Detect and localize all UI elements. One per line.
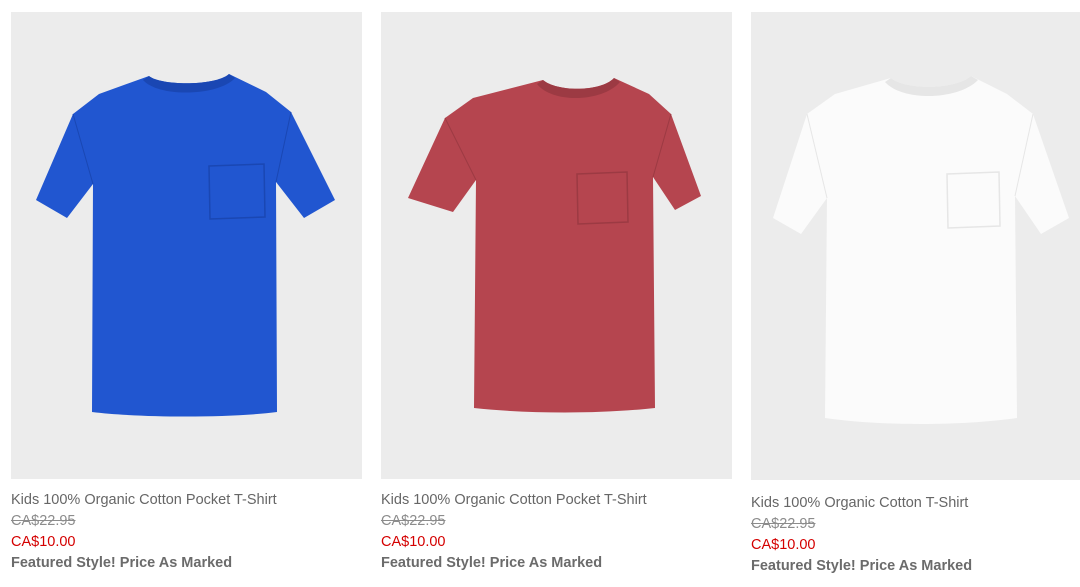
product-name[interactable]: Kids 100% Organic Cotton Pocket T-Shirt (381, 490, 732, 511)
product-image[interactable] (381, 12, 732, 479)
product-image[interactable] (751, 12, 1080, 480)
promo-label: Featured Style! Price As Marked (751, 558, 973, 574)
product-name[interactable]: Kids 100% Organic Cotton T-Shirt (751, 493, 1080, 514)
promo-label: Featured Style! Price As Marked (381, 555, 603, 571)
sale-price: CA$10.00 (11, 534, 76, 550)
tshirt-image-white (773, 76, 1069, 424)
original-price: CA$22.95 (11, 513, 76, 529)
product-image[interactable] (11, 12, 362, 479)
promo-label: Featured Style! Price As Marked (11, 555, 233, 571)
tshirt-image-red (408, 78, 701, 413)
sale-price: CA$10.00 (381, 534, 446, 550)
original-price: CA$22.95 (381, 513, 446, 529)
tshirt-image-blue (36, 74, 335, 417)
original-price: CA$22.95 (751, 516, 816, 532)
product-card[interactable]: Kids 100% Organic Cotton Pocket T-Shirt … (381, 0, 732, 574)
product-name[interactable]: Kids 100% Organic Cotton Pocket T-Shirt (11, 490, 362, 511)
sale-price: CA$10.00 (751, 537, 816, 553)
product-card[interactable]: Kids 100% Organic Cotton T-Shirt CA$22.9… (751, 0, 1080, 577)
product-card[interactable]: Kids 100% Organic Cotton Pocket T-Shirt … (11, 0, 362, 574)
